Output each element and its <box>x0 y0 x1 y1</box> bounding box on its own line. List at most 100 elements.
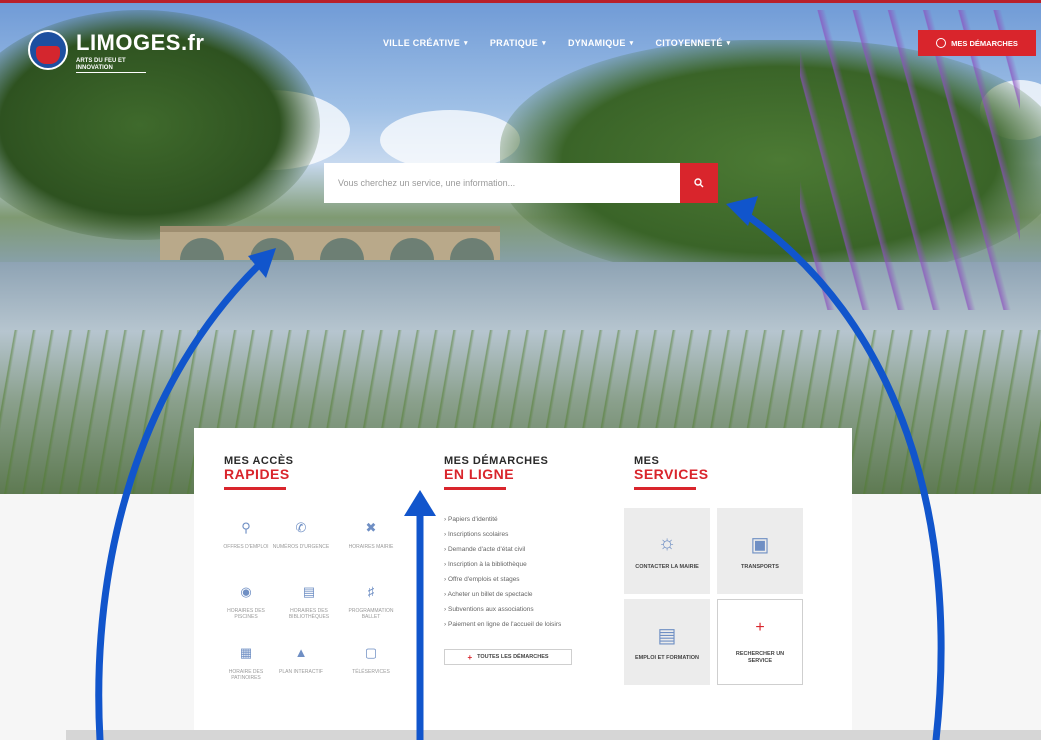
top-accent-line <box>0 0 1041 3</box>
footer-bar <box>66 730 1041 740</box>
heading-underline <box>224 487 286 490</box>
bridge-arch <box>390 238 434 260</box>
procedure-label: Demande d'acte d'état civil <box>447 546 526 553</box>
logo-underline <box>76 72 146 73</box>
logo-name: LIMOGES.fr <box>76 30 205 55</box>
nav-item-label: DYNAMIQUE <box>567 38 626 48</box>
document-icon: ▤ <box>302 584 316 599</box>
procedure-label: Acheter un billet de spectacle <box>447 591 533 598</box>
quick-link-numeros-urgence[interactable]: ✆ NUMÉROS D'URGENCE <box>270 520 332 550</box>
bridge-arch <box>250 238 294 260</box>
procedure-label: Offre d'emplois et stages <box>447 576 520 583</box>
nav-item-label: PRATIQUE <box>489 38 539 48</box>
quick-link-offres-emploi[interactable]: ⚲ OFFRES D'EMPLOI <box>215 520 277 550</box>
laptop-icon: ▤ <box>657 624 677 647</box>
mes-demarches-label: MES DÉMARCHES <box>951 38 1018 48</box>
plus-icon: + <box>755 619 765 636</box>
service-tile-rechercher-service[interactable]: + RECHERCHER UN SERVICE <box>717 599 803 685</box>
service-tile-label: RECHERCHER UN SERVICE <box>735 651 785 664</box>
procedure-label: Paiement en ligne de l'accueil de loisir… <box>447 621 562 628</box>
site-logo[interactable]: LIMOGES.fr ARTS DU FEU ET INNOVATION <box>28 28 204 74</box>
plus-icon: + <box>467 652 473 662</box>
heading-line2: EN LIGNE <box>444 466 515 482</box>
quick-access-heading: MES ACCÈS RAPIDES <box>224 455 294 490</box>
quick-link-label: PROGRAMMATION BALLET <box>348 608 394 620</box>
quick-link-horaire-patinoires[interactable]: ▦ HORAIRE DES PATINOIRES <box>215 645 277 681</box>
search-icon <box>694 178 704 188</box>
service-tile-label: TRANSPORTS <box>741 563 779 570</box>
all-procedures-button[interactable]: + TOUTES LES DÉMARCHES <box>444 649 572 665</box>
search-input[interactable] <box>324 163 680 203</box>
service-tile-label: EMPLOI ET FORMATION <box>634 654 700 661</box>
nav-item-ville-creative[interactable]: VILLE CRÉATIVE ▾ <box>383 38 468 48</box>
procedure-link[interactable]: › Inscriptions scolaires <box>444 531 561 546</box>
cloud-shape <box>380 110 520 170</box>
nav-item-pratique[interactable]: PRATIQUE ▾ <box>490 38 546 48</box>
speaker-icon: ♯ <box>367 584 375 599</box>
procedure-label: Inscription à la bibliothèque <box>447 561 527 568</box>
quick-link-label: HORAIRES MAIRIE <box>348 544 394 550</box>
quick-link-programmation-ballet[interactable]: ♯ PROGRAMMATION BALLET <box>340 584 402 620</box>
service-tile-contacter-mairie[interactable]: ☼ CONTACTER LA MAIRIE <box>624 508 710 594</box>
chevron-down-icon: ▾ <box>542 40 546 47</box>
nav-item-citoyennete[interactable]: CITOYENNETÉ ▾ <box>655 38 730 48</box>
phone-icon: ✆ <box>295 520 307 535</box>
quick-link-horaires-piscines[interactable]: ◉ HORAIRES DES PISCINES <box>215 584 277 620</box>
bridge-arch <box>180 238 224 260</box>
monitor-icon: ▢ <box>364 645 378 660</box>
procedure-link[interactable]: › Offre d'emplois et stages <box>444 576 561 591</box>
chevron-down-icon: ▾ <box>726 40 731 47</box>
services-heading: MES SERVICES <box>634 455 709 490</box>
logo-tagline: ARTS DU FEU ET INNOVATION <box>76 58 126 71</box>
quick-link-label: OFFRES D'EMPLOI <box>223 544 269 550</box>
quick-link-label: HORAIRES DES BIBLIOTHÈQUES <box>288 608 330 620</box>
lightbulb-icon: ☼ <box>657 531 677 554</box>
mes-demarches-button[interactable]: MES DÉMARCHES <box>918 30 1036 56</box>
bridge-arch <box>320 238 364 260</box>
chevron-down-icon: ▾ <box>464 40 468 47</box>
service-tile-emploi-formation[interactable]: ▤ EMPLOI ET FORMATION <box>624 599 710 685</box>
service-tile-label: CONTACTER LA MAIRIE <box>635 563 699 570</box>
online-procedures-heading: MES DÉMARCHES EN LIGNE <box>444 455 548 490</box>
quick-link-horaires-bibliotheques[interactable]: ▤ HORAIRES DES BIBLIOTHÈQUES <box>278 584 340 620</box>
hero-background <box>0 0 1041 494</box>
all-procedures-label: TOUTES LES DÉMARCHES <box>477 654 549 660</box>
quick-link-horaires-mairie[interactable]: ✖ HORAIRES MAIRIE <box>340 520 402 550</box>
bus-icon: ▣ <box>750 533 770 556</box>
heading-underline <box>634 487 696 490</box>
tools-icon: ✖ <box>365 520 377 535</box>
quick-link-label: HORAIRES DES PISCINES <box>227 608 265 620</box>
procedure-link[interactable]: › Demande d'acte d'état civil <box>444 546 561 561</box>
magnifier-icon: ⚲ <box>241 520 251 535</box>
nav-item-dynamique[interactable]: DYNAMIQUE ▾ <box>568 38 634 48</box>
quick-link-plan-interactif[interactable]: ▲ PLAN INTERACTIF <box>270 645 332 675</box>
main-nav: VILLE CRÉATIVE ▾ PRATIQUE ▾ DYNAMIQUE ▾ … <box>383 38 730 48</box>
globe-icon: ◉ <box>240 584 252 599</box>
procedure-link[interactable]: › Subventions aux associations <box>444 606 561 621</box>
procedure-link[interactable]: › Paiement en ligne de l'accueil de lois… <box>444 621 561 636</box>
procedure-link[interactable]: › Acheter un billet de spectacle <box>444 591 561 606</box>
heading-underline <box>444 487 506 490</box>
heading-line2: SERVICES <box>634 466 709 482</box>
map-icon: ▲ <box>294 645 308 660</box>
stone-bridge <box>160 226 500 260</box>
search-button[interactable] <box>680 163 718 203</box>
nav-item-label: VILLE CRÉATIVE <box>383 38 461 48</box>
page: LIMOGES.fr ARTS DU FEU ET INNOVATION VIL… <box>0 0 1041 740</box>
heading-line2: RAPIDES <box>224 466 290 482</box>
quick-link-label: HORAIRE DES PATINOIRES <box>228 669 264 681</box>
procedure-link[interactable]: › Inscription à la bibliothèque <box>444 561 561 576</box>
bridge-arch <box>450 238 494 260</box>
procedure-label: Inscriptions scolaires <box>447 531 509 538</box>
procedures-list: › Papiers d'identité › Inscriptions scol… <box>444 516 561 636</box>
service-tile-transports[interactable]: ▣ TRANSPORTS <box>717 508 803 594</box>
quick-link-label: PLAN INTERACTIF <box>279 669 323 675</box>
quick-link-label: NUMÉROS D'URGENCE <box>272 544 330 550</box>
quick-link-teleservices[interactable]: ▢ TÉLÉSERVICES <box>340 645 402 675</box>
procedure-link[interactable]: › Papiers d'identité <box>444 516 561 531</box>
procedure-label: Papiers d'identité <box>447 516 498 523</box>
procedure-label: Subventions aux associations <box>447 606 534 613</box>
logo-emblem-icon <box>28 30 68 70</box>
at-sign-icon <box>936 38 947 48</box>
quick-link-label: TÉLÉSERVICES <box>352 669 390 675</box>
